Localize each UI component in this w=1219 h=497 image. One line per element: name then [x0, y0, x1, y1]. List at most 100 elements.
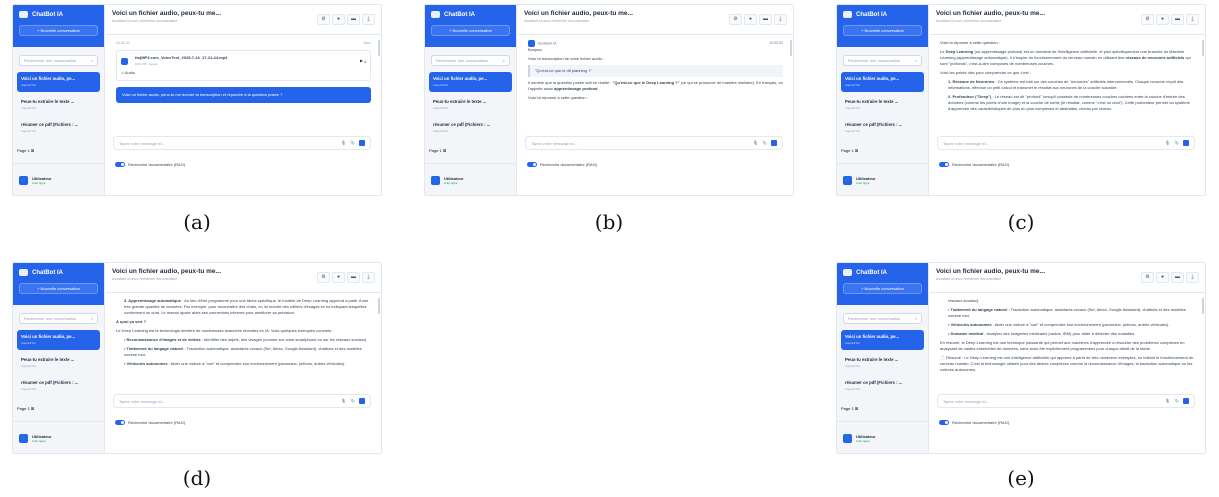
key-points-intro: Voici les points clés pour comprendre ce… [940, 70, 1031, 75]
page-next-icon[interactable]: ⊠ [31, 406, 34, 411]
scrollbar[interactable] [378, 298, 380, 314]
download-icon[interactable]: ⤓ [362, 272, 375, 283]
page-next-icon[interactable]: ⊠ [855, 406, 858, 411]
attach-icon[interactable]: 📎 [350, 398, 355, 404]
rag-toggle[interactable]: Recherche documentaire (RAG) [115, 420, 185, 425]
download-icon[interactable]: ⤓ [1186, 14, 1199, 25]
search-input[interactable]: Rechercher une conversation ⌕ [431, 55, 510, 66]
mail-icon[interactable]: ▬ [759, 14, 772, 25]
mic-icon[interactable]: 🎙 [753, 140, 758, 146]
scrollbar[interactable] [1202, 298, 1204, 314]
conversation-item[interactable]: Peux-tu extraire le texte ... Aujourd'hui [17, 353, 100, 373]
attach-icon[interactable]: 📎 [350, 140, 355, 146]
toggle-switch[interactable] [115, 162, 125, 167]
scrollbar[interactable] [378, 40, 380, 56]
user-card[interactable]: 👤 Utilisateur ● En ligne [13, 421, 105, 453]
audio-attachment[interactable]: tts(MP3.com_VoiceText_2025-7-24_17-21-44… [116, 50, 371, 81]
settings-icon[interactable]: ⚙ [1141, 14, 1154, 25]
mic-icon[interactable]: 🎙 [341, 140, 346, 146]
rag-toggle[interactable]: Recherche documentaire (RAG) [939, 420, 1009, 425]
search-input[interactable]: Rechercher une conversation ⌕ [843, 55, 922, 66]
rag-toggle[interactable]: Recherche documentaire (RAG) [115, 162, 185, 167]
mic-icon[interactable]: 🎙 [1165, 398, 1170, 404]
toggle-switch[interactable] [939, 420, 949, 425]
conversation-item[interactable]: Voici un fichier audio, pe... Aujourd'hui [17, 330, 100, 350]
play-icon[interactable]: ▶ ⤓ [360, 58, 366, 64]
conversation-item[interactable]: résumer ce pdf (Fichiers : ... Aujourd'hu… [429, 118, 512, 138]
message-input[interactable]: Tapez votre message ici... 🎙 📎 [937, 136, 1195, 150]
message-input[interactable]: Tapez votre message ici... 🎙 📎 [113, 394, 371, 408]
settings-icon[interactable]: ⚙ [729, 14, 742, 25]
conversation-item[interactable]: résumer ce pdf (Fichiers : ... Aujourd'hu… [841, 118, 924, 138]
scrollbar[interactable] [790, 40, 792, 56]
mail-icon[interactable]: ▬ [1171, 272, 1184, 283]
mic-icon[interactable]: 🎙 [1165, 140, 1170, 146]
conversation-item[interactable]: Peux-tu extraire le texte ... Aujourd'hui [429, 95, 512, 115]
download-icon[interactable]: ⤓ [362, 14, 375, 25]
search-input[interactable]: Rechercher une conversation ⌕ [19, 313, 98, 324]
send-button[interactable] [359, 140, 365, 146]
send-button[interactable] [359, 398, 365, 404]
download-icon[interactable]: ⤓ [774, 14, 787, 25]
user-card[interactable]: 👤 Utilisateur ● En ligne [837, 421, 929, 453]
page-next-icon[interactable]: ⊠ [31, 148, 34, 153]
pager[interactable]: Page 1 ⊠ [17, 148, 34, 153]
conversation-item[interactable]: Voici un fichier audio, pe... Aujourd'hui [841, 72, 924, 92]
settings-icon[interactable]: ⚙ [317, 272, 330, 283]
send-button[interactable] [1183, 398, 1189, 404]
theme-icon[interactable]: ● [1156, 272, 1169, 283]
message-input[interactable]: Tapez votre message ici... 🎙 📎 [937, 394, 1195, 408]
robot-icon [19, 11, 28, 18]
search-input[interactable]: Rechercher une conversation ⌕ [843, 313, 922, 324]
message-input[interactable]: Tapez votre message ici... 🎙 📎 [113, 136, 371, 150]
attach-icon[interactable]: 📎 [1174, 398, 1179, 404]
rag-toggle[interactable]: Recherche documentaire (RAG) [527, 162, 597, 167]
user-card[interactable]: 👤 Utilisateur ● En ligne [425, 163, 517, 195]
pager[interactable]: Page 1 ⊠ [429, 148, 446, 153]
mail-icon[interactable]: ▬ [347, 272, 360, 283]
new-conversation-button[interactable]: + Nouvelle conversation [19, 25, 98, 36]
theme-icon[interactable]: ● [332, 14, 345, 25]
attach-icon[interactable]: 📎 [762, 140, 767, 146]
pager[interactable]: Page 1 ⊠ [841, 148, 858, 153]
rag-toggle[interactable]: Recherche documentaire (RAG) [939, 162, 1009, 167]
attach-icon[interactable]: 📎 [1174, 140, 1179, 146]
conversation-item[interactable]: Voici un fichier audio, pe... Aujourd'hui [17, 72, 100, 92]
conversation-item[interactable]: Peux-tu extraire le texte ... Aujourd'hui [841, 353, 924, 373]
send-button[interactable] [1183, 140, 1189, 146]
conversation-item[interactable]: Peux-tu extraire le texte ... Aujourd'hui [841, 95, 924, 115]
settings-icon[interactable]: ⚙ [1141, 272, 1154, 283]
user-card[interactable]: 👤 Utilisateur ● En ligne [13, 163, 105, 195]
new-conversation-button[interactable]: + Nouvelle conversation [843, 283, 922, 294]
pager[interactable]: Page 1 ⊠ [841, 406, 858, 411]
theme-icon[interactable]: ● [744, 14, 757, 25]
toggle-switch[interactable] [115, 420, 125, 425]
mail-icon[interactable]: ▬ [347, 14, 360, 25]
pager[interactable]: Page 1 ⊠ [17, 406, 34, 411]
conversation-item[interactable]: Voici un fichier audio, pe... Aujourd'hui [429, 72, 512, 92]
user-card[interactable]: 👤 Utilisateur ● En ligne [837, 163, 929, 195]
settings-icon[interactable]: ⚙ [317, 14, 330, 25]
download-icon[interactable]: ⤓ [1186, 272, 1199, 283]
scrollbar[interactable] [1202, 40, 1204, 56]
page-next-icon[interactable]: ⊠ [855, 148, 858, 153]
theme-icon[interactable]: ● [1156, 14, 1169, 25]
conversation-item[interactable]: résumer ce pdf (Fichiers : ... Aujourd'hu… [17, 118, 100, 138]
mic-icon[interactable]: 🎙 [341, 398, 346, 404]
conversation-item[interactable]: Voici un fichier audio, pe... Aujourd'hui [841, 330, 924, 350]
conversation-item[interactable]: résumer ce pdf (Fichiers : ... Aujourd'hu… [841, 376, 924, 396]
page-next-icon[interactable]: ⊠ [443, 148, 446, 153]
theme-icon[interactable]: ● [332, 272, 345, 283]
conversation-item[interactable]: résumer ce pdf (Fichiers : ... Aujourd'hu… [17, 376, 100, 396]
conversation-item[interactable]: Peux-tu extraire le texte ... Aujourd'hui [17, 95, 100, 115]
new-conversation-button[interactable]: + Nouvelle conversation [431, 25, 510, 36]
brand: ChatBot IA [19, 11, 98, 18]
mail-icon[interactable]: ▬ [1171, 14, 1184, 25]
toggle-switch[interactable] [527, 162, 537, 167]
new-conversation-button[interactable]: + Nouvelle conversation [19, 283, 98, 294]
send-button[interactable] [771, 140, 777, 146]
search-input[interactable]: Rechercher une conversation ⌕ [19, 55, 98, 66]
message-input[interactable]: Tapez votre message ici... 🎙 📎 [525, 136, 783, 150]
new-conversation-button[interactable]: + Nouvelle conversation [843, 25, 922, 36]
toggle-switch[interactable] [939, 162, 949, 167]
